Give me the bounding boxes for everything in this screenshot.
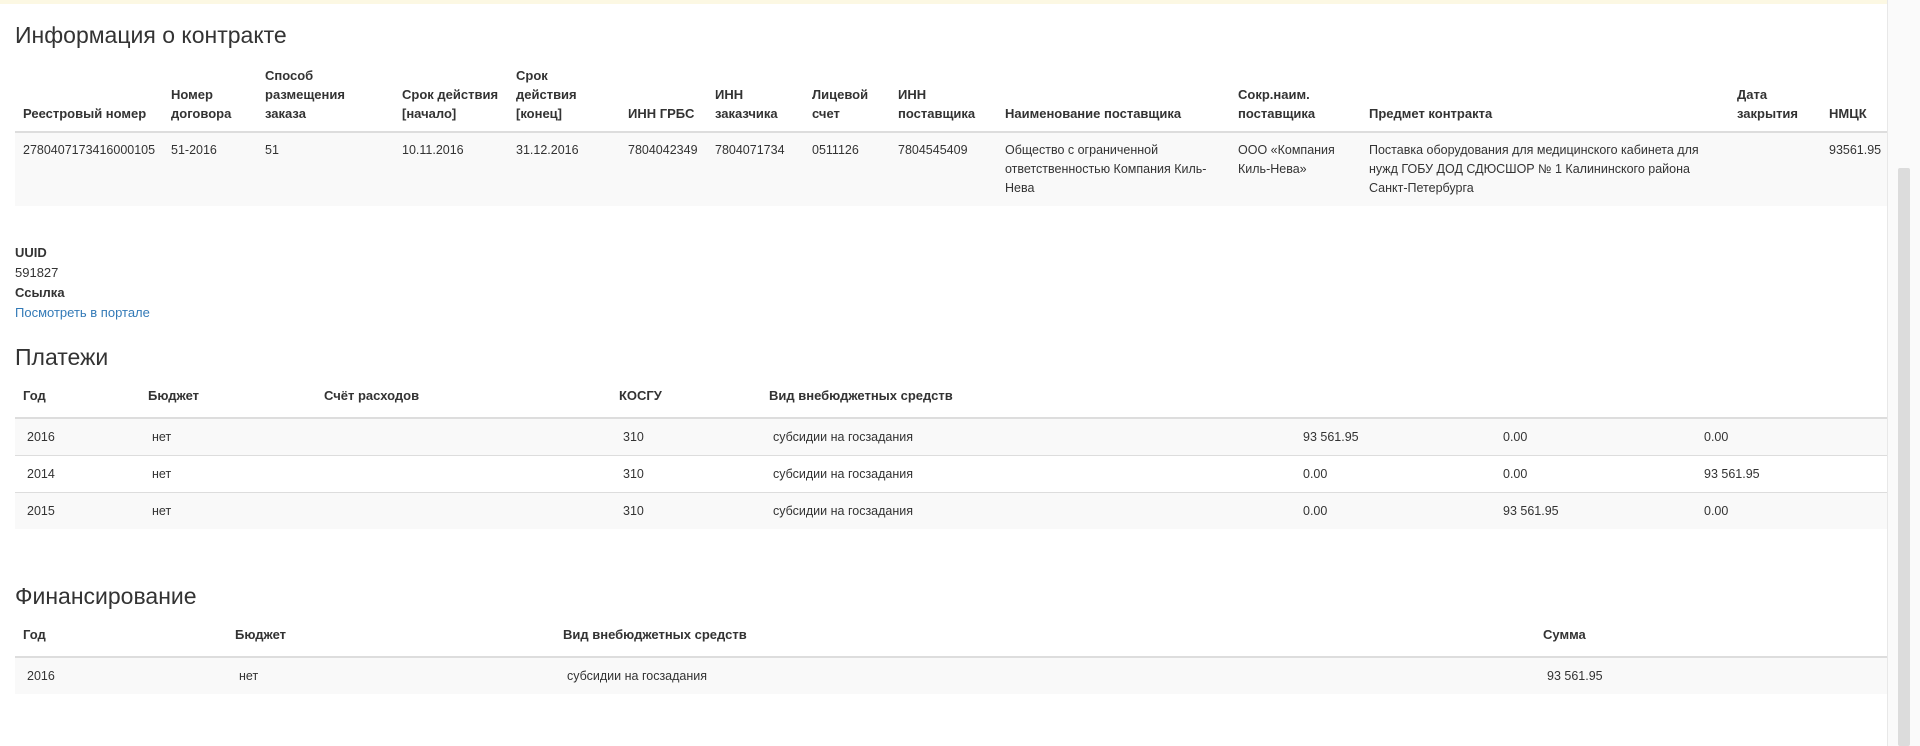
col-contract-number: Номер договора [163, 66, 257, 133]
col-budget: Бюджет [227, 625, 555, 658]
col-subject: Предмет контракта [1361, 66, 1729, 133]
cell-funds-type: субсидии на госзадания [555, 656, 1535, 694]
cell-supplier-short: ООО «Компания Киль-Нева» [1238, 143, 1335, 176]
cell-amount-2: 0.00 [1491, 455, 1692, 493]
cell-amount-2: 0.00 [1491, 417, 1692, 456]
contract-header-row: Реестровый номер Номер договора Способ р… [15, 66, 1889, 133]
col-supplier-short: Сокр.наим. поставщика [1230, 66, 1361, 133]
cell-inn-grbs: 7804042349 [628, 143, 698, 157]
cell-budget: нет [140, 417, 316, 456]
col-inn-grbs: ИНН ГРБС [620, 66, 707, 133]
col-placement-method: Способ размещения заказа [257, 66, 394, 133]
cell-year: 2014 [15, 455, 140, 493]
portal-link[interactable]: Посмотреть в портале [15, 305, 150, 320]
cell-expense-account [316, 492, 611, 529]
cell-placement-method: 51 [265, 143, 279, 157]
cell-sum: 93 561.95 [1535, 656, 1889, 694]
cell-term-start: 10.11.2016 [402, 143, 464, 157]
col-funds-type: Вид внебюджетных средств [555, 625, 1535, 658]
cell-budget: нет [140, 455, 316, 493]
col-account: Лицевой счет [804, 66, 890, 133]
uuid-value: 591827 [15, 265, 59, 280]
col-amount-2 [1491, 386, 1692, 419]
payments-header-row: Год Бюджет Счёт расходов КОСГУ Вид внебю… [15, 386, 1889, 419]
cell-kosgu: 310 [611, 417, 761, 456]
table-row: 2016 нет 310 субсидии на госзадания 93 5… [15, 417, 1889, 456]
top-notice-strip [0, 0, 1888, 4]
col-sum: Сумма [1535, 625, 1889, 658]
cell-amount-3: 0.00 [1692, 417, 1889, 456]
cell-subject: Поставка оборудования для медицинского к… [1369, 143, 1699, 195]
cell-inn-customer: 7804071734 [715, 143, 785, 157]
cell-funds-type: субсидии на госзадания [761, 492, 1291, 529]
funding-header-row: Год Бюджет Вид внебюджетных средств Сумм… [15, 625, 1889, 658]
cell-budget: нет [227, 656, 555, 694]
col-term-end: Срок действия [конец] [508, 66, 620, 133]
cell-inn-supplier: 7804545409 [898, 143, 968, 157]
cell-account: 0511126 [812, 143, 859, 157]
cell-registry-number: 2780407173416000105 [23, 143, 156, 157]
col-year: Год [15, 625, 227, 658]
cell-contract-number: 51-2016 [171, 143, 217, 157]
uuid-label: UUID [15, 245, 47, 260]
cell-kosgu: 310 [611, 455, 761, 493]
col-registry-number: Реестровый номер [15, 66, 163, 133]
cell-year: 2015 [15, 492, 140, 529]
col-budget: Бюджет [140, 386, 316, 419]
table-row: 2015 нет 310 субсидии на госзадания 0.00… [15, 492, 1889, 529]
payments-table: Год Бюджет Счёт расходов КОСГУ Вид внебю… [15, 386, 1889, 529]
funding-table: Год Бюджет Вид внебюджетных средств Сумм… [15, 625, 1889, 694]
cell-amount-3: 93 561.95 [1692, 455, 1889, 493]
col-kosgu: КОСГУ [611, 386, 761, 419]
cell-amount-3: 0.00 [1692, 492, 1889, 529]
table-row: 2014 нет 310 субсидии на госзадания 0.00… [15, 455, 1889, 493]
cell-funds-type: субсидии на госзадания [761, 455, 1291, 493]
contract-heading: Информация о контракте [15, 22, 287, 48]
col-inn-customer: ИНН заказчика [707, 66, 804, 133]
col-year: Год [15, 386, 140, 419]
cell-nmck: 93561.95 [1829, 143, 1882, 157]
col-expense-account: Счёт расходов [316, 386, 611, 419]
col-inn-supplier: ИНН поставщика [890, 66, 997, 133]
col-term-start: Срок действия [начало] [394, 66, 508, 133]
vertical-scrollbar[interactable] [1887, 0, 1920, 746]
cell-budget: нет [140, 492, 316, 529]
col-amount-3 [1692, 386, 1889, 419]
contract-table: Реестровый номер Номер договора Способ р… [15, 66, 1889, 206]
cell-supplier-name: Общество с ограниченной ответственностью… [1005, 143, 1207, 195]
contract-meta: UUID 591827 Ссылка Посмотреть в портале [15, 243, 150, 323]
link-label: Ссылка [15, 285, 65, 300]
cell-kosgu: 310 [611, 492, 761, 529]
cell-amount-1: 0.00 [1291, 492, 1491, 529]
col-nmck: НМЦК [1821, 66, 1889, 133]
cell-year: 2016 [15, 417, 140, 456]
scrollbar-thumb[interactable] [1898, 168, 1910, 746]
cell-amount-1: 0.00 [1291, 455, 1491, 493]
table-row: 2016 нет субсидии на госзадания 93 561.9… [15, 656, 1889, 694]
cell-close-date [1729, 132, 1821, 206]
col-funds-type: Вид внебюджетных средств [761, 386, 1291, 419]
cell-year: 2016 [15, 656, 227, 694]
cell-expense-account [316, 455, 611, 493]
cell-amount-2: 93 561.95 [1491, 492, 1692, 529]
cell-term-end: 31.12.2016 [516, 143, 579, 157]
funding-heading: Финансирование [15, 583, 197, 609]
cell-amount-1: 93 561.95 [1291, 417, 1491, 456]
table-row: 2780407173416000105 51-2016 51 10.11.201… [15, 132, 1889, 206]
cell-funds-type: субсидии на госзадания [761, 417, 1291, 456]
col-supplier-name: Наименование поставщика [997, 66, 1230, 133]
cell-expense-account [316, 417, 611, 456]
payments-heading: Платежи [15, 344, 109, 370]
col-amount-1 [1291, 386, 1491, 419]
col-close-date: Дата закрытия [1729, 66, 1821, 133]
